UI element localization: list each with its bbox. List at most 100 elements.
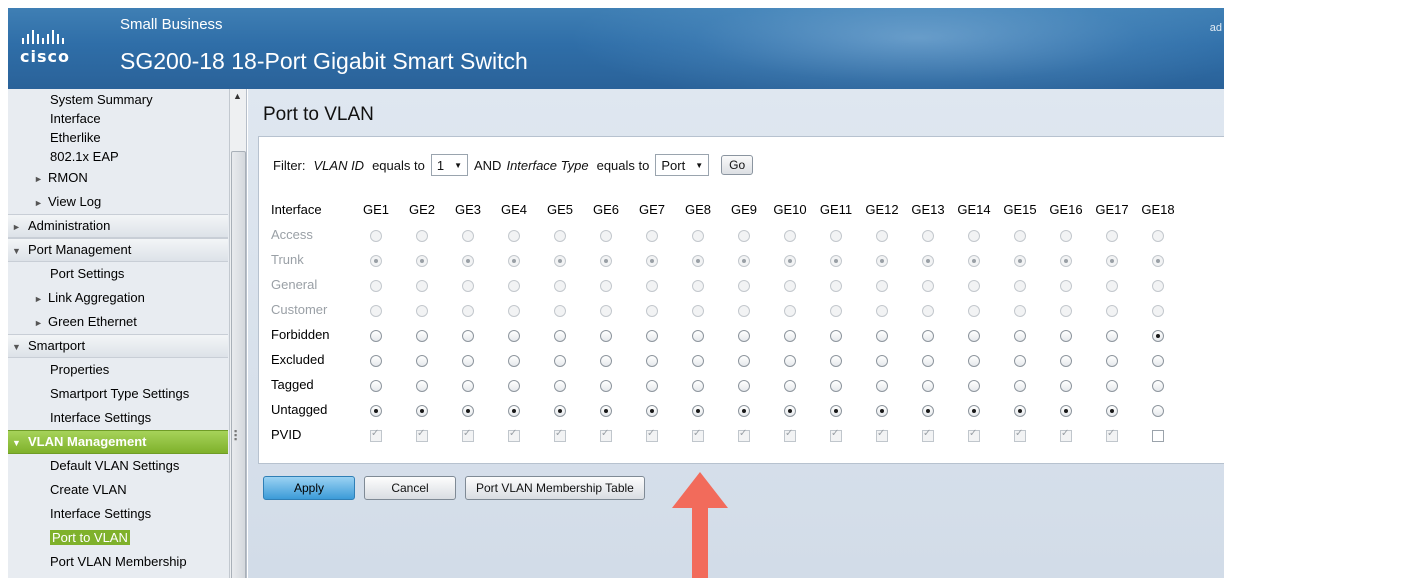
sidebar-item[interactable]: Etherlike [8, 128, 228, 147]
membership-radio[interactable] [370, 379, 382, 392]
sidebar-item[interactable]: ► Green Ethernet [8, 310, 228, 334]
membership-radio[interactable] [1060, 329, 1072, 342]
sidebar-item[interactable]: Port Settings [8, 262, 228, 286]
sidebar-item[interactable]: Default VLAN Settings [8, 454, 228, 478]
membership-radio[interactable] [508, 379, 520, 392]
membership-radio[interactable] [830, 404, 842, 417]
sidebar-item[interactable]: Create VLAN [8, 478, 228, 502]
membership-radio[interactable] [876, 379, 888, 392]
sidebar-item[interactable]: Port to VLAN [8, 526, 228, 550]
membership-radio[interactable] [1152, 329, 1164, 342]
membership-radio[interactable] [1152, 354, 1164, 367]
membership-radio[interactable] [462, 404, 474, 417]
membership-radio[interactable] [554, 404, 566, 417]
membership-radio[interactable] [1014, 379, 1026, 392]
sidebar-item[interactable]: Port VLAN Membership [8, 550, 228, 574]
port-vlan-membership-table-button[interactable]: Port VLAN Membership Table [465, 476, 645, 500]
membership-radio[interactable] [922, 379, 934, 392]
sidebar-item[interactable]: ▼ VLAN Management [8, 430, 228, 454]
membership-radio[interactable] [1060, 379, 1072, 392]
membership-radio[interactable] [692, 354, 704, 367]
membership-radio[interactable] [968, 404, 980, 417]
membership-radio[interactable] [830, 329, 842, 342]
membership-radio[interactable] [1014, 354, 1026, 367]
membership-radio[interactable] [1060, 404, 1072, 417]
membership-radio[interactable] [968, 354, 980, 367]
sidebar-item[interactable]: ► Link Aggregation [8, 286, 228, 310]
membership-radio[interactable] [968, 329, 980, 342]
membership-radio[interactable] [876, 329, 888, 342]
membership-radio[interactable] [1152, 404, 1164, 417]
apply-button[interactable]: Apply [263, 476, 355, 500]
sidebar-item[interactable]: Smartport Type Settings [8, 382, 228, 406]
cancel-button[interactable]: Cancel [364, 476, 456, 500]
membership-radio[interactable] [1106, 329, 1118, 342]
membership-radio[interactable] [784, 329, 796, 342]
membership-radio[interactable] [692, 329, 704, 342]
membership-radio[interactable] [646, 404, 658, 417]
membership-radio[interactable] [830, 379, 842, 392]
membership-radio[interactable] [370, 329, 382, 342]
membership-radio[interactable] [416, 404, 428, 417]
membership-radio[interactable] [554, 329, 566, 342]
membership-radio[interactable] [1152, 379, 1164, 392]
membership-radio[interactable] [508, 354, 520, 367]
membership-radio[interactable] [1014, 329, 1026, 342]
membership-radio[interactable] [922, 354, 934, 367]
membership-radio[interactable] [600, 379, 612, 392]
membership-radio[interactable] [462, 354, 474, 367]
membership-radio[interactable] [738, 354, 750, 367]
membership-radio[interactable] [968, 379, 980, 392]
sidebar-item[interactable]: ▼ Smartport [8, 334, 228, 358]
membership-radio[interactable] [646, 354, 658, 367]
membership-radio[interactable] [876, 404, 888, 417]
membership-radio[interactable] [830, 354, 842, 367]
membership-radio[interactable] [922, 404, 934, 417]
membership-radio[interactable] [1106, 379, 1118, 392]
membership-radio[interactable] [646, 379, 658, 392]
membership-radio[interactable] [416, 379, 428, 392]
membership-radio[interactable] [692, 404, 704, 417]
membership-radio[interactable] [1014, 404, 1026, 417]
sidebar-item[interactable]: ▼ Port Management [8, 238, 228, 262]
membership-radio[interactable] [462, 379, 474, 392]
pvid-checkbox[interactable] [1152, 429, 1164, 442]
sidebar-item[interactable]: Properties [8, 358, 228, 382]
membership-radio[interactable] [738, 404, 750, 417]
interface-type-select[interactable]: Port ▼ [655, 154, 710, 176]
membership-radio[interactable] [784, 354, 796, 367]
splitter-grip-icon[interactable]: ▪ ▪ ▪ [234, 427, 237, 444]
sidebar-item[interactable]: Interface Settings [8, 502, 228, 526]
membership-radio[interactable] [1106, 354, 1118, 367]
membership-radio[interactable] [738, 379, 750, 392]
sidebar-item[interactable]: ► RMON [8, 166, 228, 190]
sidebar-scrollbar[interactable]: ▲ ▪ ▪ ▪ [229, 89, 246, 578]
membership-radio[interactable] [600, 404, 612, 417]
sidebar-item[interactable]: ► Administration [8, 214, 228, 238]
membership-radio[interactable] [876, 354, 888, 367]
membership-radio[interactable] [416, 329, 428, 342]
go-button[interactable]: Go [721, 155, 754, 175]
membership-radio[interactable] [600, 329, 612, 342]
user-name-fragment[interactable]: ad [1210, 22, 1222, 34]
membership-radio[interactable] [784, 404, 796, 417]
membership-radio[interactable] [692, 379, 704, 392]
membership-radio[interactable] [922, 329, 934, 342]
membership-radio[interactable] [738, 329, 750, 342]
sidebar-item[interactable]: Interface Settings [8, 406, 228, 430]
membership-radio[interactable] [508, 329, 520, 342]
sidebar-item[interactable]: ► View Log [8, 190, 228, 214]
membership-radio[interactable] [1060, 354, 1072, 367]
scroll-thumb[interactable] [231, 151, 246, 578]
membership-radio[interactable] [554, 354, 566, 367]
membership-radio[interactable] [646, 329, 658, 342]
membership-radio[interactable] [416, 354, 428, 367]
membership-radio[interactable] [370, 354, 382, 367]
membership-radio[interactable] [1106, 404, 1118, 417]
sidebar-item[interactable]: System Summary [8, 90, 228, 109]
sidebar-item[interactable]: Interface [8, 109, 228, 128]
sidebar-item[interactable]: 802.1x EAP [8, 147, 228, 166]
membership-radio[interactable] [600, 354, 612, 367]
scroll-up-icon[interactable]: ▲ [233, 91, 242, 101]
membership-radio[interactable] [554, 379, 566, 392]
